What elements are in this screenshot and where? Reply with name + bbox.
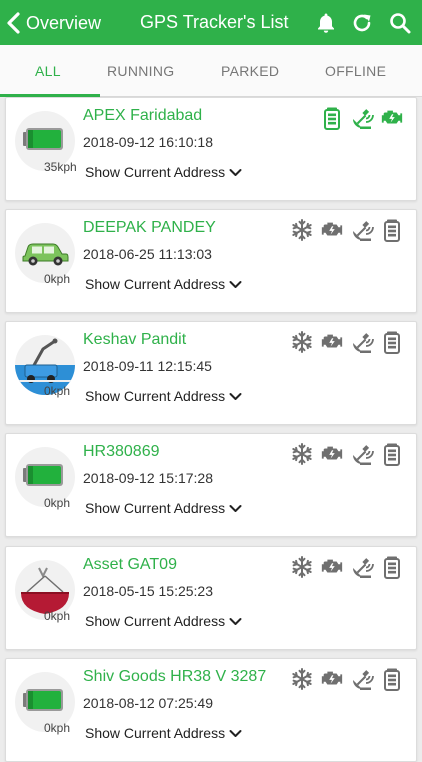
engine-icon: [320, 330, 344, 354]
engine-icon: [320, 218, 344, 242]
engine-icon: [320, 667, 344, 691]
ac-icon: [290, 218, 314, 242]
show-address-label: Show Current Address: [85, 725, 226, 741]
chevron-down-icon: [229, 280, 242, 288]
show-address-label: Show Current Address: [85, 613, 226, 629]
battery-icon: [380, 330, 404, 354]
last-update-timestamp: 2018-08-12 07:25:49: [83, 695, 213, 711]
last-update-timestamp: 2018-06-25 11:13:03: [83, 246, 212, 262]
speed-label: 0kph: [44, 272, 71, 286]
bell-icon[interactable]: [314, 11, 338, 35]
tracker-card[interactable]: 35kph APEX Faridabad 2018-09-12 16:10:18 Sh…: [5, 97, 417, 201]
tracker-name[interactable]: Asset GAT09: [83, 556, 177, 574]
show-address-toggle[interactable]: Show Current Address: [85, 164, 242, 180]
last-update-timestamp: 2018-09-11 12:15:45: [83, 358, 212, 374]
last-update-timestamp: 2018-09-12 15:17:28: [83, 470, 213, 486]
tab-all[interactable]: ALL: [35, 63, 61, 79]
show-address-toggle[interactable]: Show Current Address: [85, 500, 242, 516]
speed-label: 0kph: [44, 384, 71, 398]
tab-parked[interactable]: PARKED: [221, 63, 279, 79]
battery-icon: [380, 218, 404, 242]
show-address-label: Show Current Address: [85, 388, 226, 404]
last-update-timestamp: 2018-09-12 16:10:18: [83, 134, 213, 150]
show-address-toggle[interactable]: Show Current Address: [85, 613, 242, 629]
engine-icon: [320, 442, 344, 466]
tab-running[interactable]: RUNNING: [107, 63, 174, 79]
speed-label: 35kph: [44, 160, 77, 174]
filter-tabs: ALL RUNNING PARKED OFFLINE: [0, 45, 422, 97]
ac-icon: [290, 667, 314, 691]
ac-icon: [290, 442, 314, 466]
satellite-icon: [350, 555, 374, 579]
battery-icon: [380, 667, 404, 691]
tracker-name[interactable]: DEEPAK PANDEY: [83, 219, 216, 237]
tracker-card[interactable]: 0kph DEEPAK PANDEY 2018-06-25 11:13:03 Show…: [5, 209, 417, 313]
satellite-icon: [350, 330, 374, 354]
battery-icon: [380, 442, 404, 466]
satellite-icon: [350, 667, 374, 691]
chevron-left-icon: [7, 12, 20, 34]
last-update-timestamp: 2018-05-15 15:25:23: [83, 583, 213, 599]
engine-icon: [380, 106, 404, 130]
tracker-card[interactable]: 0kph Keshav Pandit 2018-09-11 12:15:45 Show…: [5, 321, 417, 425]
chevron-down-icon: [229, 392, 242, 400]
tracker-name[interactable]: Keshav Pandit: [83, 331, 186, 349]
ac-icon: [290, 330, 314, 354]
app-header: Overview GPS Tracker's List: [0, 0, 422, 45]
speed-label: 0kph: [44, 721, 71, 735]
engine-icon: [320, 555, 344, 579]
tracker-card[interactable]: 0kph Asset GAT09 2018-05-15 15:25:23 Show C…: [5, 546, 417, 650]
speed-label: 0kph: [44, 609, 71, 623]
back-button[interactable]: Overview: [6, 9, 101, 37]
satellite-icon: [350, 218, 374, 242]
chevron-down-icon: [229, 617, 242, 625]
tracker-card[interactable]: 0kph HR380869 2018-09-12 15:17:28 Show Curr…: [5, 433, 417, 537]
page-title: GPS Tracker's List: [140, 12, 289, 32]
chevron-down-icon: [229, 168, 242, 176]
tracker-name[interactable]: Shiv Goods HR38 V 3287: [83, 668, 266, 686]
show-address-toggle[interactable]: Show Current Address: [85, 725, 242, 741]
show-address-label: Show Current Address: [85, 500, 226, 516]
refresh-icon[interactable]: [350, 11, 374, 35]
chevron-down-icon: [229, 504, 242, 512]
satellite-icon: [350, 442, 374, 466]
battery-icon: [380, 555, 404, 579]
tracker-name[interactable]: HR380869: [83, 443, 160, 461]
back-label: Overview: [26, 12, 102, 33]
show-address-label: Show Current Address: [85, 276, 226, 292]
chevron-down-icon: [229, 729, 242, 737]
tab-offline[interactable]: OFFLINE: [325, 63, 386, 79]
tracker-name[interactable]: APEX Faridabad: [83, 107, 202, 125]
tracker-card[interactable]: 0kph Shiv Goods HR38 V 3287 2018-08-12 07:…: [5, 658, 417, 762]
show-address-toggle[interactable]: Show Current Address: [85, 388, 242, 404]
show-address-toggle[interactable]: Show Current Address: [85, 276, 242, 292]
satellite-icon: [350, 106, 374, 130]
search-icon[interactable]: [388, 11, 412, 35]
speed-label: 0kph: [44, 496, 71, 510]
battery-icon: [320, 106, 344, 130]
ac-icon: [290, 555, 314, 579]
show-address-label: Show Current Address: [85, 164, 226, 180]
